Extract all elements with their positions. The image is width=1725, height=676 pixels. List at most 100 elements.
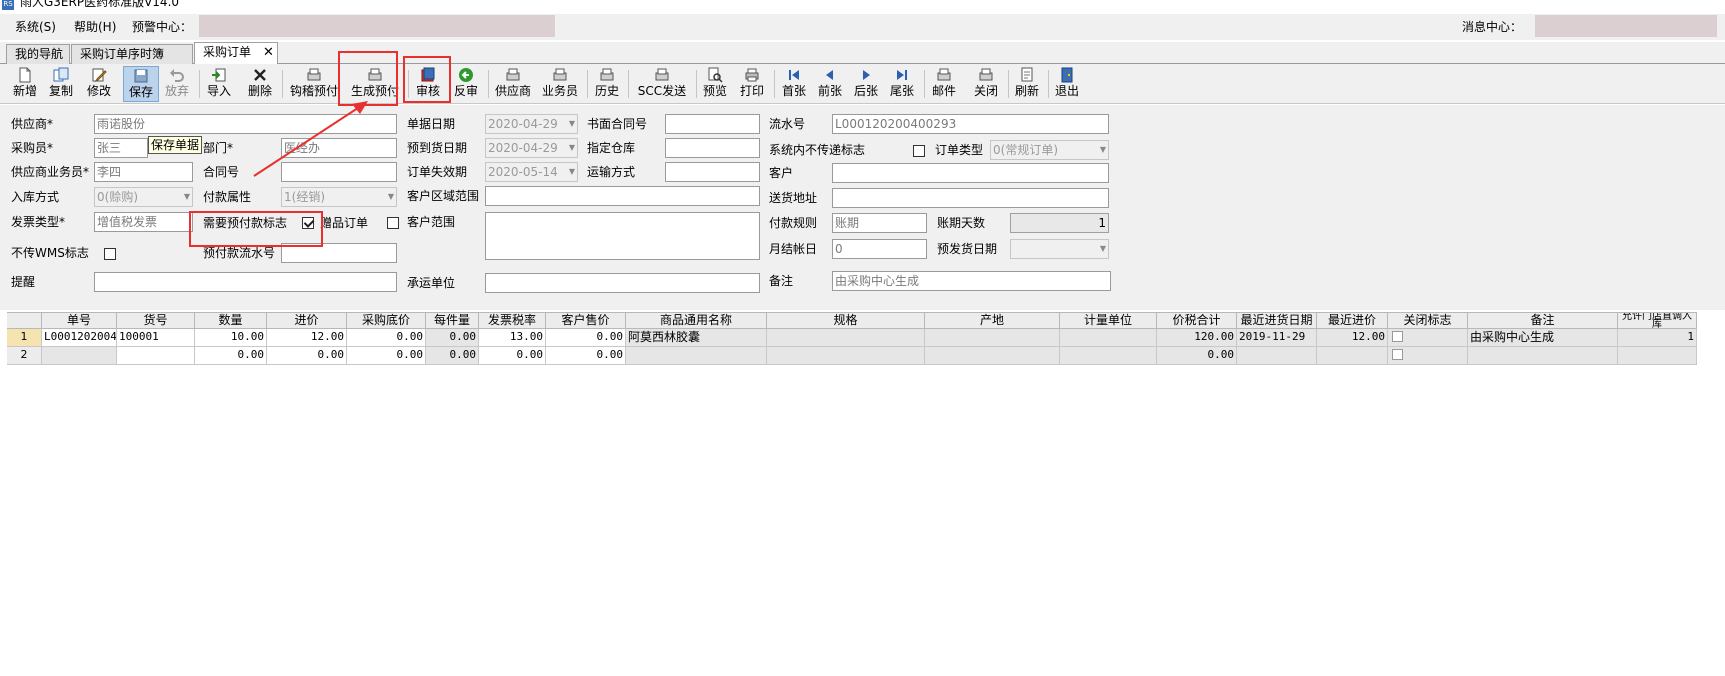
buyer-input[interactable]: 张三: [94, 138, 148, 158]
table-cell[interactable]: [1060, 347, 1157, 365]
stockin-method-select[interactable]: 0(赊购) ▼: [94, 187, 193, 207]
delete-button[interactable]: 删除: [245, 66, 275, 102]
menu-help[interactable]: 帮助(H): [74, 19, 116, 35]
supplier-input[interactable]: 雨诺股份: [94, 114, 397, 134]
close-flag-cell[interactable]: [1388, 347, 1468, 365]
table-cell[interactable]: [767, 329, 925, 347]
column-header[interactable]: 允许门店直调入库: [1618, 312, 1697, 329]
new-button[interactable]: 新增: [10, 66, 40, 102]
table-cell[interactable]: 12.00: [267, 329, 347, 347]
prepay-flag-checkbox[interactable]: [302, 217, 314, 229]
close-button[interactable]: 关闭: [971, 66, 1001, 102]
preview-button[interactable]: 预览: [700, 66, 730, 102]
table-cell[interactable]: [925, 347, 1060, 365]
scc-send-button[interactable]: SCC发送: [634, 66, 690, 102]
column-header[interactable]: 发票税率: [479, 312, 546, 329]
tab-purchase-order-journal[interactable]: 采购订单序时簿: [71, 44, 193, 64]
column-header[interactable]: 规格: [767, 312, 925, 329]
close-flag-cell[interactable]: [1388, 329, 1468, 347]
mail-button[interactable]: 邮件: [929, 66, 959, 102]
import-button[interactable]: 导入: [204, 66, 234, 102]
column-header[interactable]: 采购底价: [347, 312, 426, 329]
copy-button[interactable]: 复制: [46, 66, 76, 102]
row-number[interactable]: 2: [7, 347, 42, 365]
menu-warning-center[interactable]: 预警中心：: [132, 19, 192, 35]
payment-attribute-select[interactable]: 1(经销) ▼: [281, 187, 397, 207]
invoice-type-input[interactable]: 增值税发票: [94, 212, 193, 232]
prepay-serial-input[interactable]: [281, 243, 397, 263]
menu-message-center[interactable]: 消息中心：: [1462, 19, 1522, 35]
table-cell[interactable]: [42, 347, 117, 365]
table-cell[interactable]: [117, 347, 195, 365]
prev-record-button[interactable]: 前张: [815, 66, 845, 102]
bill-date-picker[interactable]: 2020-04-29 ▼: [485, 114, 578, 134]
column-header[interactable]: 产地: [925, 312, 1060, 329]
close-flag-checkbox[interactable]: [1392, 349, 1403, 360]
serial-number-input[interactable]: L000120200400293: [832, 114, 1109, 134]
menu-system[interactable]: 系统(S): [15, 19, 56, 35]
next-record-button[interactable]: 后张: [851, 66, 881, 102]
edit-button[interactable]: 修改: [84, 66, 114, 102]
warehouse-input[interactable]: [665, 138, 760, 158]
table-cell[interactable]: 0.00: [347, 329, 426, 347]
table-cell[interactable]: 0.00: [426, 347, 479, 365]
column-header[interactable]: 单号: [42, 312, 117, 329]
table-cell[interactable]: [1060, 329, 1157, 347]
column-header[interactable]: 货号: [117, 312, 195, 329]
discard-button[interactable]: 放弃: [162, 66, 192, 102]
table-cell[interactable]: 0.00: [195, 347, 267, 365]
table-cell[interactable]: 100001: [117, 329, 195, 347]
table-cell[interactable]: 0.00: [1157, 347, 1237, 365]
credit-days-input[interactable]: 1: [1010, 213, 1109, 233]
exit-button[interactable]: 退出: [1052, 66, 1082, 102]
memo-input[interactable]: 由采购中心生成: [832, 271, 1111, 291]
column-header[interactable]: 最近进价: [1317, 312, 1388, 329]
reminder-input[interactable]: [94, 272, 397, 292]
table-cell[interactable]: [925, 329, 1060, 347]
supplier-button[interactable]: 供应商: [493, 66, 533, 102]
table-cell[interactable]: [626, 347, 767, 365]
department-input[interactable]: 医经办: [281, 138, 397, 158]
row-number[interactable]: 1: [7, 329, 42, 347]
customer-input[interactable]: [832, 163, 1109, 183]
month-close-day-input[interactable]: 0: [832, 239, 927, 259]
close-tab-icon[interactable]: ✕: [263, 45, 274, 60]
last-record-button[interactable]: 尾张: [887, 66, 917, 102]
refresh-button[interactable]: 刷新: [1012, 66, 1042, 102]
column-header[interactable]: 价税合计: [1157, 312, 1237, 329]
column-header[interactable]: 最近进货日期: [1237, 312, 1317, 329]
transport-input[interactable]: [665, 162, 760, 182]
table-cell[interactable]: 0.00: [347, 347, 426, 365]
contract-input[interactable]: [281, 162, 397, 182]
table-cell[interactable]: L00012020040: [42, 329, 117, 347]
table-cell[interactable]: [1468, 347, 1618, 365]
column-header[interactable]: 进价: [267, 312, 347, 329]
payment-rule-input[interactable]: 账期: [832, 213, 927, 233]
customer-scope-textarea[interactable]: [485, 212, 760, 260]
gift-order-checkbox[interactable]: [387, 217, 399, 229]
expire-date-picker[interactable]: 2020-05-14 ▼: [485, 162, 578, 182]
print-button[interactable]: 打印: [737, 66, 767, 102]
pre-ship-date-picker[interactable]: ▼: [1010, 239, 1109, 259]
table-cell[interactable]: 0.00: [546, 329, 626, 347]
column-header[interactable]: 数量: [195, 312, 267, 329]
carrier-input[interactable]: [485, 273, 760, 293]
no-transfer-checkbox[interactable]: [913, 145, 925, 157]
salesman-button[interactable]: 业务员: [540, 66, 580, 102]
no-wms-checkbox[interactable]: [104, 248, 116, 260]
written-contract-input[interactable]: [665, 114, 760, 134]
table-cell[interactable]: 0.00: [426, 329, 479, 347]
order-type-select[interactable]: 0(常规订单) ▼: [990, 140, 1109, 160]
table-cell[interactable]: 12.00: [1317, 329, 1388, 347]
tab-purchase-order[interactable]: 采购订单 ✕: [194, 42, 278, 65]
column-header[interactable]: 备注: [1468, 312, 1618, 329]
history-button[interactable]: 历史: [592, 66, 622, 102]
table-cell[interactable]: 由采购中心生成: [1468, 329, 1618, 347]
close-flag-checkbox[interactable]: [1392, 331, 1403, 342]
table-cell[interactable]: [1237, 347, 1317, 365]
customer-area-input[interactable]: [485, 186, 760, 206]
table-cell[interactable]: 0.00: [546, 347, 626, 365]
table-cell[interactable]: 1: [1618, 329, 1697, 347]
table-cell[interactable]: 阿莫西林胶囊: [626, 329, 767, 347]
column-header[interactable]: 商品通用名称: [626, 312, 767, 329]
